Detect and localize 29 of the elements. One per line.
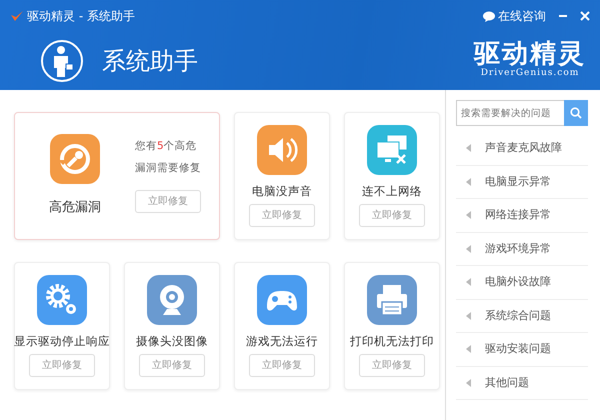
category-item[interactable]: 电脑显示异常 — [456, 166, 588, 199]
category-item[interactable]: 网络连接异常 — [456, 199, 588, 232]
card-title: 电脑没声音 — [252, 183, 312, 200]
card-title: 高危漏洞 — [49, 199, 101, 218]
close-icon[interactable] — [580, 11, 590, 21]
search-icon — [570, 107, 582, 119]
card-title: 显示驱动停止响应 — [14, 333, 110, 350]
card-title: 打印机无法打印 — [350, 333, 434, 350]
brand-website: DriverGenius.com — [480, 67, 580, 80]
search-field[interactable]: 搜索需要解决的问题 — [456, 100, 564, 126]
category-item[interactable]: 其他问题 — [456, 366, 588, 400]
brand-logo-text: 驱动精灵 — [474, 41, 586, 68]
category-item[interactable]: 游戏环境异常 — [456, 232, 588, 266]
consult-link[interactable]: 在线咨询 — [483, 7, 546, 25]
search-button[interactable] — [564, 100, 588, 126]
warning-message: 漏洞需要修复 — [135, 160, 201, 176]
window-title: 驱动精灵 - 系统助手 — [27, 8, 135, 25]
category-item[interactable]: 声音麦克风故障 — [456, 132, 588, 166]
category-item[interactable]: 电脑外设故障 — [456, 266, 588, 300]
assistant-person-icon — [40, 39, 84, 83]
chat-bubble-icon — [483, 10, 495, 22]
card-title: 游戏无法运行 — [246, 333, 318, 350]
page-title: 系统助手 — [102, 46, 198, 77]
category-item[interactable]: 系统综合问题 — [456, 300, 588, 333]
card-title: 连不上网络 — [362, 183, 422, 200]
warning-message: 您有5个高危 — [135, 138, 197, 154]
card-title: 摄像头没图像 — [136, 333, 208, 350]
category-item[interactable]: 驱动安装问题 — [456, 333, 588, 366]
app-logo-icon — [10, 9, 24, 23]
